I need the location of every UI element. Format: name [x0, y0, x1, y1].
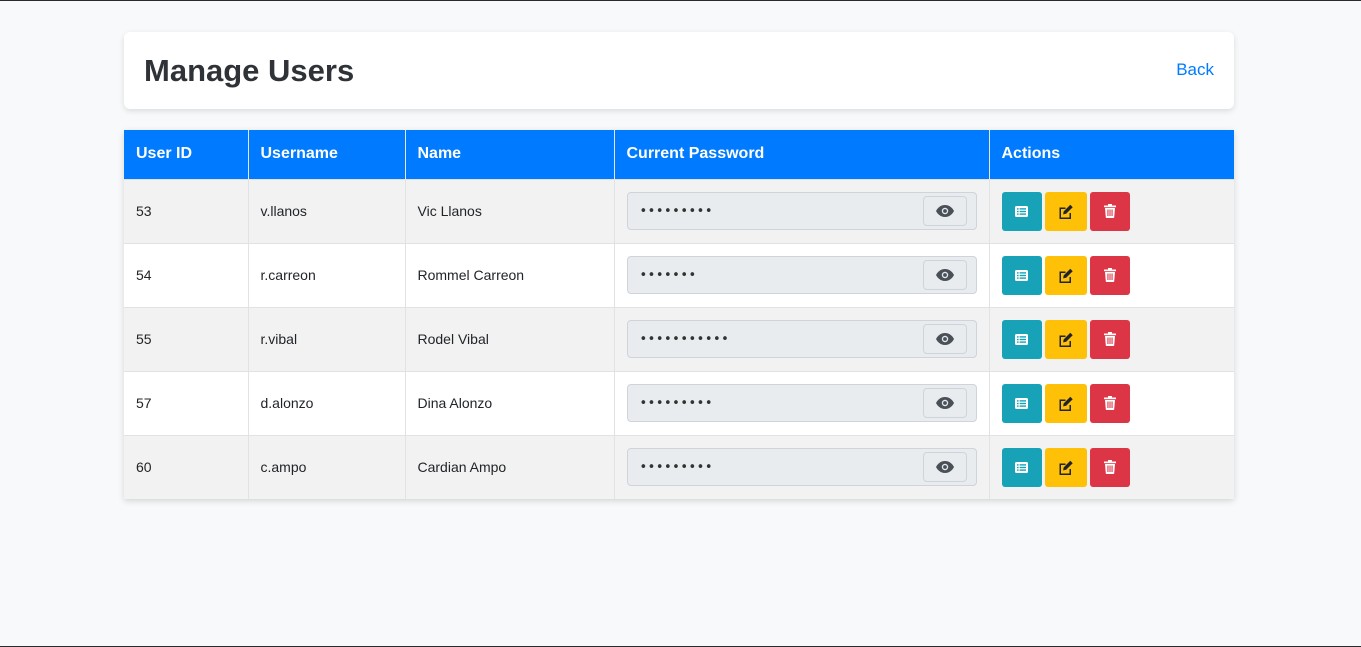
actions-cell: [989, 306, 1234, 371]
view-button[interactable]: [1001, 447, 1042, 487]
table-row: 57 d.alonzo Dina Alonzo •••••••••: [124, 370, 1234, 435]
password-mask: •••••••: [639, 267, 697, 283]
username-cell: r.carreon: [248, 242, 406, 307]
username-cell: v.llanos: [248, 178, 406, 243]
list-icon: [1015, 205, 1028, 217]
name-cell: Rodel Vibal: [405, 306, 615, 371]
column-header-actions: Actions: [989, 130, 1234, 179]
delete-button[interactable]: [1089, 447, 1130, 487]
user-id-cell: 53: [124, 178, 249, 243]
edit-icon: [1059, 268, 1073, 283]
eye-icon: [935, 269, 954, 281]
list-icon: [1015, 269, 1028, 281]
list-icon: [1015, 461, 1028, 473]
view-button[interactable]: [1001, 255, 1042, 295]
password-mask: •••••••••: [639, 203, 714, 219]
delete-button[interactable]: [1089, 383, 1130, 423]
trash-icon: [1103, 204, 1116, 218]
delete-button[interactable]: [1089, 319, 1130, 359]
actions-cell: [989, 370, 1234, 435]
edit-icon: [1059, 396, 1073, 411]
password-field[interactable]: •••••••••: [626, 384, 977, 422]
username-cell: r.vibal: [248, 306, 406, 371]
edit-icon: [1059, 332, 1073, 347]
name-cell: Vic Llanos: [405, 178, 615, 243]
password-mask: •••••••••: [639, 395, 714, 411]
trash-icon: [1103, 460, 1116, 475]
edit-button[interactable]: [1044, 191, 1087, 231]
toggle-password-button[interactable]: [922, 452, 967, 483]
back-link[interactable]: Back: [1176, 59, 1214, 81]
users-table-container: User ID Username Name Current Password A…: [124, 130, 1234, 499]
username-cell: c.ampo: [248, 434, 406, 499]
page-title: Manage Users: [144, 53, 355, 88]
password-mask: •••••••••: [639, 459, 714, 475]
delete-button[interactable]: [1089, 255, 1130, 295]
user-id-cell: 54: [124, 242, 249, 307]
password-field[interactable]: •••••••: [626, 256, 977, 294]
username-cell: d.alonzo: [248, 370, 406, 435]
table-row: 60 c.ampo Cardian Ampo •••••••••: [124, 434, 1234, 499]
edit-button[interactable]: [1044, 447, 1087, 487]
eye-icon: [935, 397, 954, 409]
user-id-cell: 60: [124, 434, 249, 499]
eye-icon: [935, 205, 954, 217]
password-cell: •••••••••: [614, 434, 990, 499]
password-cell: •••••••••••: [614, 306, 990, 371]
name-cell: Dina Alonzo: [405, 370, 615, 435]
password-cell: •••••••••: [614, 178, 990, 243]
table-row: 55 r.vibal Rodel Vibal •••••••••••: [124, 306, 1234, 371]
view-button[interactable]: [1001, 319, 1042, 359]
edit-button[interactable]: [1044, 383, 1087, 423]
trash-icon: [1103, 396, 1116, 410]
row-actions: [1001, 319, 1223, 359]
column-header-name: Name: [405, 130, 615, 179]
column-header-user-id: User ID: [124, 130, 249, 179]
edit-button[interactable]: [1044, 255, 1087, 295]
row-actions: [1001, 447, 1223, 487]
actions-cell: [989, 242, 1234, 307]
toggle-password-button[interactable]: [922, 260, 967, 290]
edit-icon: [1059, 460, 1073, 475]
password-field[interactable]: •••••••••••: [626, 320, 977, 358]
row-actions: [1001, 255, 1223, 295]
password-cell: •••••••: [614, 242, 990, 307]
header-card: Manage Users Back: [124, 32, 1234, 109]
column-header-current-password: Current Password: [614, 130, 990, 179]
toggle-password-button[interactable]: [922, 388, 967, 418]
users-table: User ID Username Name Current Password A…: [124, 130, 1234, 499]
delete-button[interactable]: [1089, 191, 1130, 231]
trash-icon: [1103, 268, 1116, 282]
password-field[interactable]: •••••••••: [626, 448, 977, 487]
table-row: 53 v.llanos Vic Llanos •••••••••: [124, 178, 1234, 243]
column-header-username: Username: [248, 130, 406, 179]
password-mask: •••••••••••: [639, 331, 730, 347]
trash-icon: [1103, 332, 1116, 346]
eye-icon: [935, 461, 954, 474]
table-row: 54 r.carreon Rommel Carreon •••••••: [124, 242, 1234, 307]
edit-button[interactable]: [1044, 319, 1087, 359]
actions-cell: [989, 178, 1234, 243]
list-icon: [1015, 397, 1028, 409]
list-icon: [1015, 333, 1028, 345]
user-id-cell: 55: [124, 306, 249, 371]
name-cell: Cardian Ampo: [405, 434, 615, 499]
actions-cell: [989, 434, 1234, 499]
toggle-password-button[interactable]: [922, 196, 967, 226]
password-cell: •••••••••: [614, 370, 990, 435]
password-field[interactable]: •••••••••: [626, 192, 977, 230]
view-button[interactable]: [1001, 383, 1042, 423]
row-actions: [1001, 383, 1223, 423]
edit-icon: [1059, 204, 1073, 219]
row-actions: [1001, 191, 1223, 231]
name-cell: Rommel Carreon: [405, 242, 615, 307]
toggle-password-button[interactable]: [922, 324, 967, 354]
table-header-row: User ID Username Name Current Password A…: [124, 130, 1234, 179]
eye-icon: [935, 333, 954, 345]
user-id-cell: 57: [124, 370, 249, 435]
view-button[interactable]: [1001, 191, 1042, 231]
